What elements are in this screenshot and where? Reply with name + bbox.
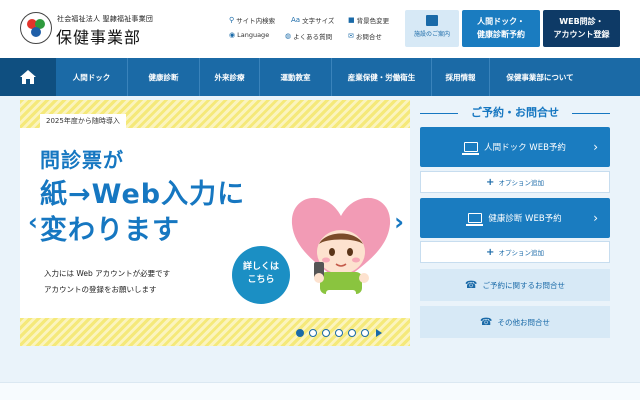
- facility-guide-button[interactable]: 施設のご案内: [405, 10, 459, 47]
- panel-title: ご予約・お問合せ: [471, 106, 559, 119]
- slide-dot[interactable]: [309, 329, 317, 337]
- color-change-link[interactable]: ■ 背景色変更: [348, 15, 389, 25]
- reserve-contact-button[interactable]: ☎ ご予約に関するお問合せ: [420, 269, 610, 301]
- nav-item-health-check[interactable]: 健康診断: [128, 58, 200, 96]
- plus-icon: +: [486, 246, 495, 258]
- nav-item-occupational[interactable]: 産業保健・労働衛生: [332, 58, 432, 96]
- phone-icon: ☎: [465, 279, 478, 291]
- dock-option-add-button[interactable]: + オプション追加: [420, 171, 610, 193]
- panel-title-rule-right: [572, 113, 610, 114]
- logo-mark-icon[interactable]: [20, 12, 52, 44]
- heart-mascot-illustration: [291, 197, 391, 298]
- slide-dot[interactable]: [348, 329, 356, 337]
- health-option-add-label: オプション追加: [498, 249, 544, 257]
- language-link[interactable]: ◉ Language: [229, 31, 269, 39]
- web-registration-line2: アカウント登録: [553, 30, 610, 39]
- plus-icon: +: [486, 176, 495, 188]
- building-icon: [426, 15, 438, 26]
- contact-icon: ✉: [348, 32, 354, 40]
- other-contact-button[interactable]: ☎ その他お問合せ: [420, 306, 610, 338]
- faq-icon: ◍: [285, 32, 292, 40]
- phone-icon: ☎: [480, 316, 493, 328]
- banner-headline-2: 紙→Web入力に: [40, 179, 246, 210]
- language-label: Language: [237, 31, 270, 39]
- hero-banner[interactable]: 2025年度から随時導入 問診票が 紙→Web入力に 変わります ‹ › 入力に…: [20, 100, 410, 346]
- health-web-reserve-label: 健康診断 WEB予約: [488, 214, 562, 224]
- computer-icon: [466, 213, 484, 226]
- dock-web-reserve-button[interactable]: 人間ドック WEB予約 ›: [420, 127, 610, 167]
- nav-item-outpatient[interactable]: 外来診療: [200, 58, 260, 96]
- faq-label: よくある質問: [293, 33, 333, 41]
- computer-icon: [462, 142, 480, 155]
- banner-prev-arrow-icon[interactable]: ‹: [28, 208, 38, 236]
- language-icon: ◉: [229, 31, 236, 39]
- nav-item-dock[interactable]: 人間ドック: [56, 58, 128, 96]
- banner-headline-3: 変わります: [40, 215, 180, 246]
- web-registration-line1: WEB問診・: [559, 17, 604, 26]
- dock-option-add-label: オプション追加: [498, 179, 544, 187]
- contact-label: お問合せ: [355, 33, 382, 41]
- chevron-right-icon: ›: [593, 140, 598, 154]
- health-web-reserve-button[interactable]: 健康診断 WEB予約 ›: [420, 198, 610, 238]
- facility-guide-label: 施設のご案内: [413, 31, 450, 38]
- chevron-right-icon: ›: [593, 211, 598, 225]
- site-header: 社会福祉法人 聖隷福祉事業団 保健事業部 ⚲ サイト内検索 Aa 文字サイズ ■…: [0, 0, 640, 58]
- org-subtitle: 社会福祉法人 聖隷福祉事業団: [57, 15, 154, 23]
- dock-reservation-line2: 健康診断予約: [477, 30, 525, 39]
- org-name[interactable]: 保健事業部: [56, 24, 141, 48]
- next-section-card: [0, 382, 640, 400]
- slide-dot[interactable]: [361, 329, 369, 337]
- nav-item-exercise[interactable]: 運動教室: [260, 58, 332, 96]
- slide-dot[interactable]: [335, 329, 343, 337]
- color-change-label: 背景色変更: [356, 17, 390, 25]
- dock-web-reserve-label: 人間ドック WEB予約: [484, 143, 566, 153]
- contact-link[interactable]: ✉ お問合せ: [348, 31, 382, 41]
- dock-reservation-line1: 人間ドック・: [477, 17, 525, 26]
- global-nav: 人間ドック 健康診断 外来診療 運動教室 産業保健・労働衛生 採用情報 保健事業…: [0, 58, 640, 96]
- slide-dot[interactable]: [296, 329, 304, 337]
- nav-item-recruit[interactable]: 採用情報: [432, 58, 490, 96]
- health-option-add-button[interactable]: + オプション追加: [420, 241, 610, 263]
- details-button[interactable]: 詳しくは こちら: [232, 246, 290, 304]
- other-contact-label: その他お問合せ: [497, 317, 550, 327]
- text-size-link[interactable]: Aa 文字サイズ: [291, 15, 334, 25]
- details-line2: こちら: [247, 275, 275, 285]
- slide-indicator: [296, 329, 382, 337]
- dock-reservation-button[interactable]: 人間ドック・ 健康診断予約: [462, 10, 540, 47]
- details-line1: 詳しくは: [242, 262, 279, 272]
- site-search-label: サイト内検索: [236, 17, 276, 25]
- banner-tag: 2025年度から随時導入: [40, 114, 126, 128]
- play-icon[interactable]: [376, 329, 382, 337]
- text-size-icon: Aa: [291, 16, 301, 24]
- home-icon: [20, 70, 36, 84]
- banner-headline-1: 問診票が: [40, 148, 124, 172]
- site-search-link[interactable]: ⚲ サイト内検索: [229, 15, 275, 25]
- color-change-icon: ■: [348, 16, 355, 24]
- search-icon: ⚲: [229, 16, 235, 24]
- text-size-label: 文字サイズ: [302, 17, 335, 25]
- nav-item-about[interactable]: 保健事業部について: [490, 58, 590, 96]
- web-registration-button[interactable]: WEB問診・ アカウント登録: [543, 10, 620, 47]
- reserve-contact-label: ご予約に関するお問合せ: [482, 280, 565, 290]
- banner-note-2: アカウントの登録をお願いします: [44, 285, 157, 294]
- nav-home-button[interactable]: [0, 58, 56, 96]
- faq-link[interactable]: ◍ よくある質問: [285, 31, 332, 41]
- slide-dot[interactable]: [322, 329, 330, 337]
- banner-note-1: 入力には Web アカウントが必要です: [44, 269, 171, 278]
